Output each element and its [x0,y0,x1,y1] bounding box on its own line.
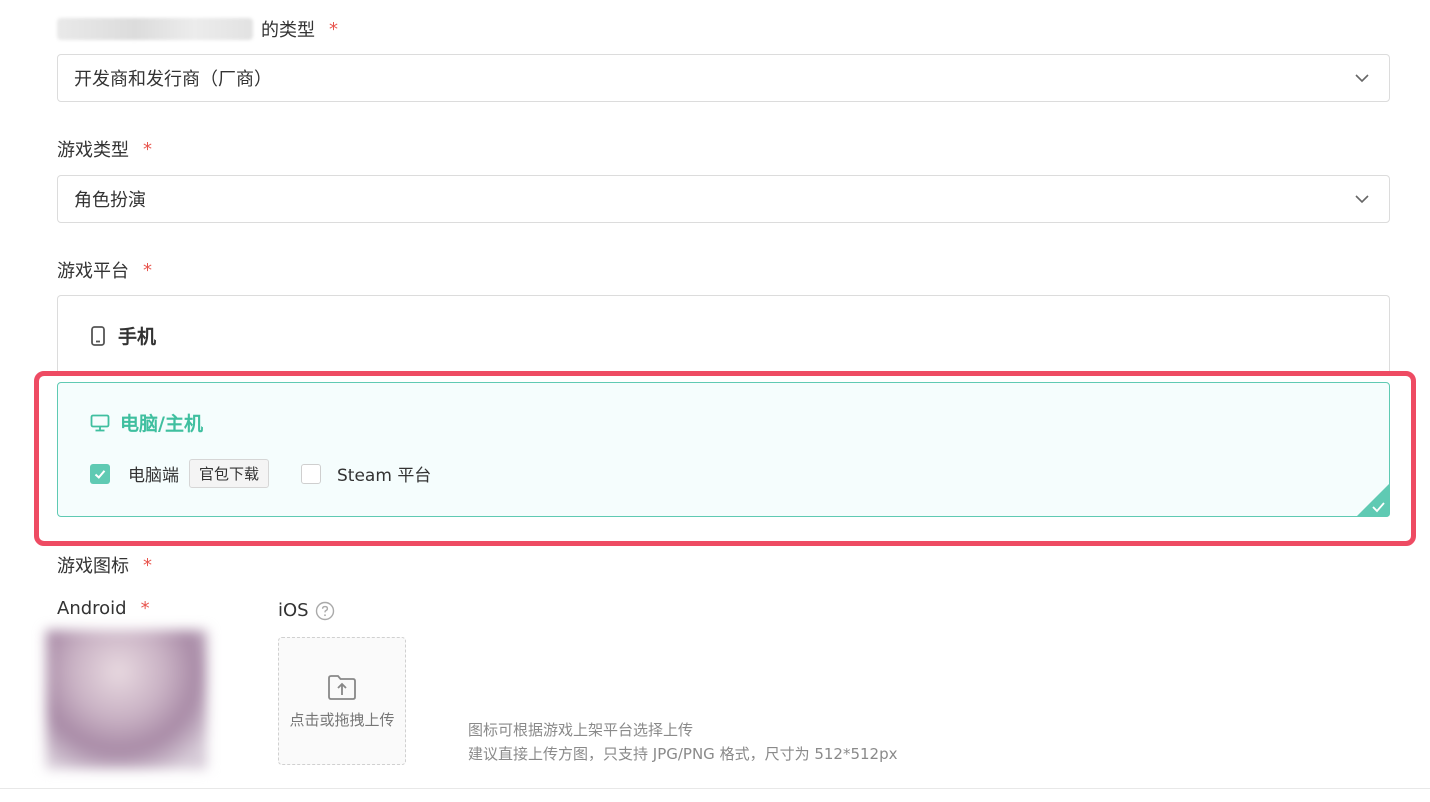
game-type-value: 角色扮演 [74,190,146,211]
game-type-label-text: 游戏类型 [57,140,129,161]
platform-mobile-title: 手机 [90,322,156,349]
required-mark: * [143,138,152,160]
game-icon-label: 游戏图标 * [57,552,152,578]
chevron-down-icon [1355,74,1369,83]
entity-type-value: 开发商和发行商（厂商） [74,69,272,90]
required-mark: * [143,259,152,281]
phone-icon [91,325,105,346]
platform-mobile-label: 手机 [118,326,157,348]
required-mark: * [140,598,150,619]
folder-upload-icon [328,674,356,700]
entity-type-label-text: 的类型 [261,20,315,41]
entity-type-label: 的类型 * [57,16,338,42]
entity-type-select[interactable]: 开发商和发行商（厂商） [57,54,1390,102]
game-type-select[interactable]: 角色扮演 [57,175,1390,223]
game-icon-label-text: 游戏图标 [57,556,129,577]
chevron-down-icon [1355,195,1369,204]
bottom-divider [0,788,1430,789]
android-icon-label: Android * [57,598,150,619]
ios-upload-dropzone[interactable]: 点击或拖拽上传 [278,637,406,765]
required-mark: * [143,554,152,576]
icon-hint-line-1: 图标可根据游戏上架平台选择上传 [468,721,694,739]
icon-hint-line-2: 建议直接上传方图，只支持 JPG/PNG 格式，尺寸为 512*512px [468,745,898,763]
question-circle-icon[interactable] [315,601,335,621]
game-platform-label-text: 游戏平台 [57,261,129,282]
upload-text: 点击或拖拽上传 [289,710,395,729]
required-mark: * [329,18,338,40]
game-platform-label: 游戏平台 * [57,257,152,283]
game-type-label: 游戏类型 * [57,136,152,162]
ios-icon-label: iOS [278,600,335,621]
ios-label-text: iOS [278,600,309,621]
highlight-frame [34,371,1416,546]
redacted-name [57,18,253,40]
platform-mobile-card[interactable]: 手机 [57,295,1390,375]
android-label-text: Android [57,598,127,619]
android-icon-preview[interactable] [46,630,207,769]
